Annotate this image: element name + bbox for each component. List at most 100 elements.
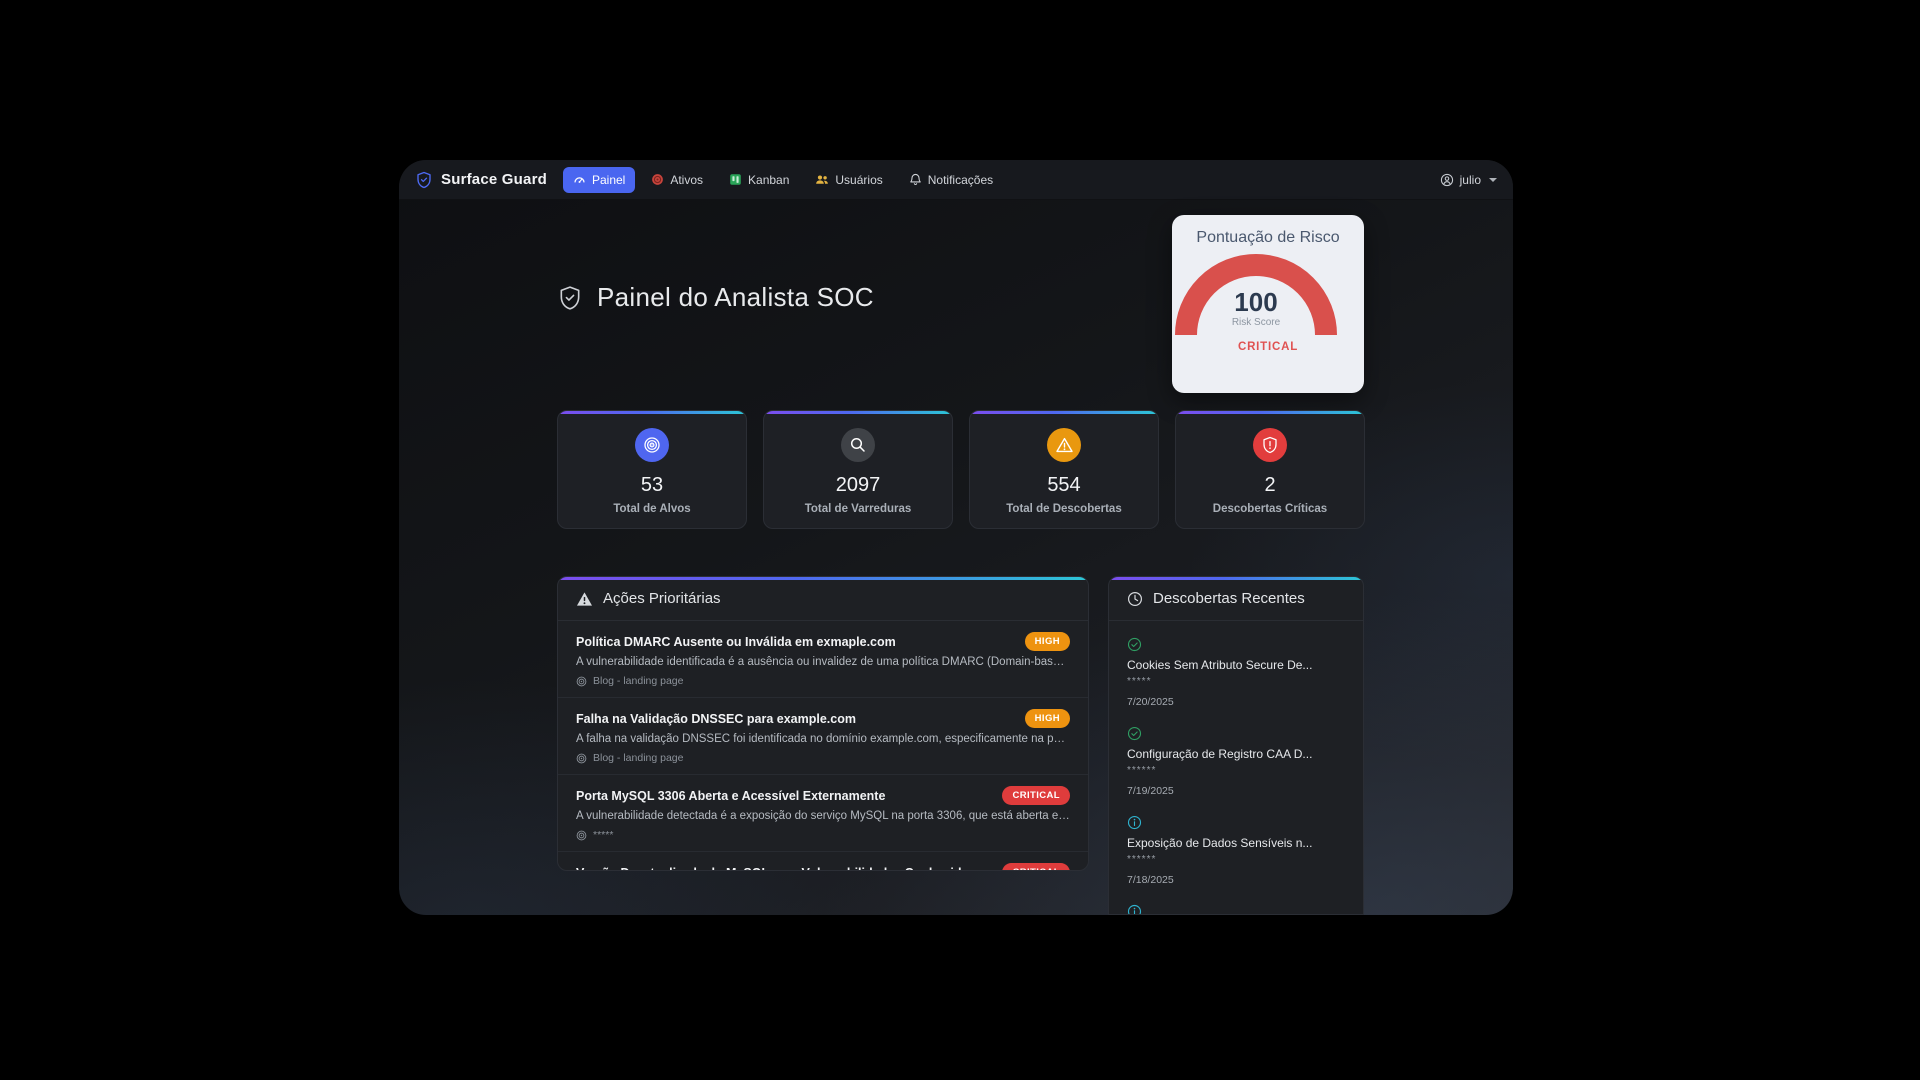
info-circle-icon [1127, 904, 1345, 914]
risk-score-value: 100 [1234, 287, 1277, 317]
action-title: Porta MySQL 3306 Aberta e Acessível Exte… [576, 788, 886, 803]
priority-actions-header: Ações Prioritárias [558, 577, 1088, 621]
shield-check-icon [557, 285, 583, 311]
nav-item-ativos[interactable]: Ativos [641, 167, 713, 193]
brand: Surface Guard [415, 171, 547, 189]
action-title: Política DMARC Ausente ou Inválida em ex… [576, 634, 896, 649]
stat-value: 53 [640, 474, 664, 496]
gradient-bar [970, 411, 1158, 414]
nav-item-kanban[interactable]: Kanban [719, 167, 799, 193]
stat-value: 2 [1264, 474, 1276, 496]
nav-item-notificacoes[interactable]: Notificações [899, 167, 1003, 193]
info-circle-icon [1127, 815, 1345, 830]
action-item[interactable]: Versão Desatualizada do MySQL com Vulner… [558, 852, 1088, 871]
target-red-icon [651, 173, 664, 186]
finding-title: Exposição de Dados Sensíveis n... [1127, 836, 1313, 850]
risk-score-card: Pontuação de Risco 100 Risk Score CRITIC… [1172, 215, 1364, 393]
recent-findings-list: Cookies Sem Atributo Secure De... ***** … [1109, 621, 1363, 914]
action-item[interactable]: Falha na Validação DNSSEC para example.c… [558, 698, 1088, 775]
chevron-down-icon [1489, 177, 1497, 182]
action-description: A falha na validação DNSSEC foi identifi… [576, 733, 1070, 745]
warning-triangle-icon [1047, 428, 1081, 462]
risk-card-title: Pontuação de Risco [1196, 229, 1340, 246]
nav-item-label: Ativos [670, 172, 704, 187]
check-circle-icon [1127, 726, 1345, 741]
app-window: Surface Guard Painel Ativos Kanban Usuár… [399, 160, 1513, 915]
finding-target: ***** [1127, 676, 1152, 687]
user-menu[interactable]: julio [1440, 173, 1497, 187]
check-circle-icon [1127, 637, 1345, 652]
finding-target: ****** [1127, 765, 1157, 776]
stat-card-total-varreduras: 2097 Total de Varreduras [763, 410, 953, 529]
nav-item-label: Notificações [927, 172, 994, 187]
stat-value: 2097 [835, 474, 881, 496]
kanban-board-icon [729, 173, 742, 186]
recent-finding-item[interactable]: Cookies Sem Atributo Secure De... ***** … [1127, 629, 1345, 718]
nav-item-label: Usuários [835, 172, 883, 187]
finding-title: Configuração de Registro CAA D... [1127, 747, 1313, 761]
action-description: A vulnerabilidade identificada é a ausên… [576, 656, 1070, 668]
recent-finding-item[interactable]: Exposição de Dados Sensíveis n... ******… [1127, 807, 1345, 896]
stat-card-descobertas-criticas: 2 Descobertas Críticas [1175, 410, 1365, 529]
recent-finding-item[interactable]: Vulnerabilidade no Drupal: Exe... ******… [1127, 896, 1345, 914]
recent-finding-item[interactable]: Configuração de Registro CAA D... ******… [1127, 718, 1345, 807]
recent-findings-header: Descobertas Recentes [1109, 577, 1363, 621]
finding-date: 7/20/2025 [1127, 696, 1174, 708]
recent-findings-panel: Descobertas Recentes Cookies Sem Atribut… [1108, 576, 1364, 915]
finding-date: 7/19/2025 [1127, 785, 1174, 797]
shield-exclamation-icon [1253, 428, 1287, 462]
severity-badge: CRITICAL [1002, 863, 1070, 870]
target-icon [576, 753, 587, 764]
action-title: Versão Desatualizada do MySQL com Vulner… [576, 866, 992, 871]
priority-actions-panel: Ações Prioritárias Política DMARC Ausent… [557, 576, 1089, 871]
action-item[interactable]: Porta MySQL 3306 Aberta e Acessível Exte… [558, 775, 1088, 852]
risk-score-label: Risk Score [1232, 317, 1281, 328]
person-circle-icon [1440, 173, 1454, 187]
gauge-icon [573, 173, 586, 186]
search-icon [841, 428, 875, 462]
nav-item-label: Kanban [748, 172, 790, 187]
gradient-bar [764, 411, 952, 414]
severity-badge: HIGH [1024, 709, 1070, 728]
target-icon [576, 676, 587, 687]
user-name: julio [1459, 172, 1481, 187]
gradient-bar [558, 577, 1088, 580]
nav-item-usuarios[interactable]: Usuários [805, 167, 892, 193]
panel-title: Descobertas Recentes [1153, 590, 1305, 607]
shield-logo-icon [415, 171, 433, 189]
stats-row: 53 Total de Alvos 2097 Total de Varredur… [557, 410, 1365, 529]
gradient-bar [1109, 577, 1363, 580]
page-title: Painel do Analista SOC [597, 282, 874, 312]
warning-filled-icon [576, 591, 593, 607]
action-item[interactable]: Política DMARC Ausente ou Inválida em ex… [558, 621, 1088, 698]
action-target: Blog - landing page [576, 675, 1070, 687]
target-icon [576, 830, 587, 841]
finding-target: ****** [1127, 854, 1157, 865]
gradient-bar [558, 411, 746, 414]
finding-date: 7/18/2025 [1127, 874, 1174, 886]
stat-label: Total de Alvos [613, 503, 691, 515]
action-target: Blog - landing page [576, 752, 1070, 764]
risk-level-badge: CRITICAL [1237, 341, 1299, 353]
severity-badge: CRITICAL [1002, 786, 1070, 805]
stat-card-total-alvos: 53 Total de Alvos [557, 410, 747, 529]
stat-value: 554 [1047, 474, 1081, 496]
action-title: Falha na Validação DNSSEC para example.c… [576, 711, 856, 726]
severity-badge: HIGH [1024, 632, 1070, 651]
stat-card-total-descobertas: 554 Total de Descobertas [969, 410, 1159, 529]
finding-title: Cookies Sem Atributo Secure De... [1127, 658, 1313, 672]
app-title: Surface Guard [441, 171, 547, 188]
page-title-row: Painel do Analista SOC [557, 282, 874, 313]
action-description: A vulnerabilidade detectada é a exposiçã… [576, 810, 1070, 822]
stat-label: Descobertas Críticas [1212, 503, 1328, 515]
panel-title: Ações Prioritárias [603, 590, 721, 607]
nav-items: Painel Ativos Kanban Usuários Notificaçõ… [562, 166, 1003, 193]
nav-item-painel[interactable]: Painel [562, 166, 636, 193]
navbar: Surface Guard Painel Ativos Kanban Usuár… [399, 160, 1513, 200]
nav-item-label: Painel [591, 172, 626, 187]
stat-label: Total de Descobertas [1006, 503, 1122, 515]
action-target: ***** [576, 829, 1070, 841]
clock-icon [1127, 591, 1143, 607]
bell-icon [909, 173, 922, 186]
stat-label: Total de Varreduras [804, 503, 912, 515]
